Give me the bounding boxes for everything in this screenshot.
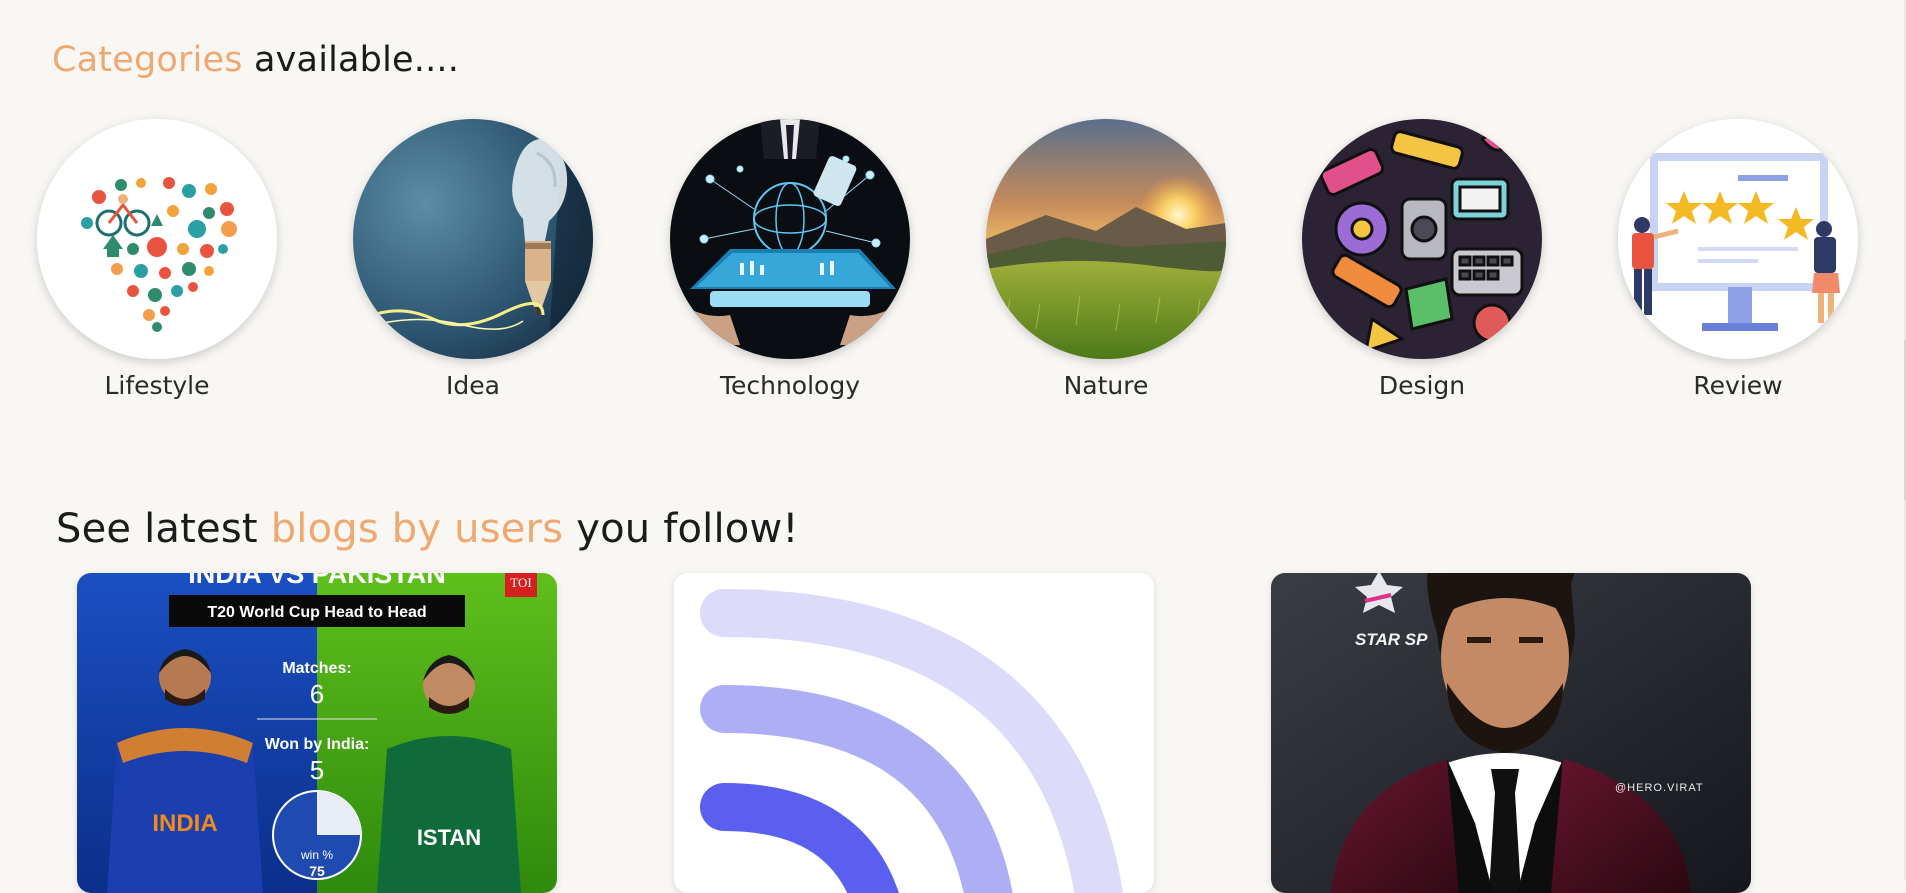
virat-kohli-portrait: STAR SP @HERO.VIRAT: [1271, 573, 1751, 893]
categories-heading-rest: available....: [242, 40, 460, 80]
categories-heading-accent: Categories: [52, 40, 243, 80]
rss-feed-placeholder: [674, 573, 1154, 893]
star-sports-logo-text: STAR SP: [1355, 630, 1428, 649]
lifestyle-heart-illustration: [37, 119, 277, 359]
category-label: Lifestyle: [104, 371, 210, 400]
category-technology[interactable]: Technology: [669, 119, 911, 400]
latest-blogs-heading: See latest blogs by users you follow!: [56, 506, 799, 552]
category-label: Review: [1693, 371, 1783, 400]
blog-card-india-vs-pakistan[interactable]: INDIA VS PAKISTAN TOI T20 World Cup Head…: [77, 573, 557, 893]
win-label: win %: [300, 848, 333, 862]
category-idea[interactable]: Idea: [352, 119, 594, 400]
mountain-sunset-image: [986, 119, 1226, 359]
infographic-subtitle: T20 World Cup Head to Head: [207, 604, 426, 621]
infographic-title: INDIA VS PAKISTAN: [188, 573, 446, 589]
latest-heading-before: See latest: [56, 506, 271, 552]
category-review[interactable]: Review: [1617, 119, 1859, 400]
india-vs-pakistan-infographic: INDIA VS PAKISTAN TOI T20 World Cup Head…: [77, 573, 557, 893]
category-label: Nature: [1063, 371, 1149, 400]
matches-value: 6: [310, 679, 324, 709]
won-label: Won by India:: [265, 736, 370, 753]
pakistan-jersey-text: ISTAN: [417, 825, 481, 850]
category-nature[interactable]: Nature: [985, 119, 1227, 400]
category-label: Idea: [446, 371, 500, 400]
blog-card-virat-kohli[interactable]: STAR SP @HERO.VIRAT: [1271, 573, 1751, 893]
latest-heading-accent: blogs by users: [270, 506, 564, 552]
tablet-network-image: [670, 119, 910, 359]
categories-heading: Categories available....: [52, 40, 459, 80]
star-rating-illustration: [1618, 119, 1858, 359]
doodle-art-image: [1302, 119, 1542, 359]
category-label: Technology: [719, 371, 861, 400]
india-jersey-text: INDIA: [152, 810, 217, 837]
category-design[interactable]: Design: [1301, 119, 1543, 400]
matches-label: Matches:: [282, 660, 351, 677]
category-label: Design: [1378, 371, 1466, 400]
win-value: 75: [309, 863, 325, 879]
won-value: 5: [310, 755, 324, 785]
category-lifestyle[interactable]: Lifestyle: [36, 119, 278, 400]
lightbulb-pencil-image: [353, 119, 593, 359]
watermark-text: @HERO.VIRAT: [1615, 782, 1704, 794]
blog-card-rss-placeholder[interactable]: [674, 573, 1154, 893]
toi-badge: TOI: [510, 575, 531, 590]
latest-heading-after: you follow!: [563, 506, 799, 552]
